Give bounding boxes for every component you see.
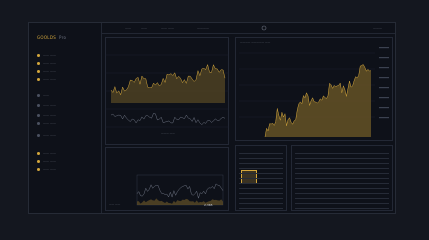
- sidebar-item-label: —— ——: [43, 151, 56, 155]
- sidebar-item-1[interactable]: —— ——: [37, 53, 56, 57]
- table-row[interactable]: [239, 203, 283, 204]
- sidebar-item-label: —— ——: [43, 159, 56, 163]
- table-row[interactable]: [295, 203, 389, 204]
- table-row[interactable]: [239, 163, 283, 164]
- sidebar-item-2[interactable]: —— ——: [37, 61, 56, 65]
- brand-tag: Pro: [59, 35, 67, 40]
- sidebar-item-8[interactable]: —— ——: [37, 121, 56, 125]
- top-toolbar: —— —— —— —— ———— ———: [101, 23, 395, 34]
- table-row[interactable]: [295, 198, 389, 199]
- sidebar-item-6[interactable]: —— ——: [37, 103, 56, 107]
- table-row[interactable]: [239, 183, 283, 184]
- table-row[interactable]: [239, 168, 283, 169]
- area-series-fill: [111, 64, 225, 103]
- table-row[interactable]: [295, 168, 389, 169]
- sidebar-item-label: —— ——: [43, 69, 56, 73]
- small-chart: [136, 174, 224, 206]
- table-row[interactable]: [239, 153, 283, 154]
- table-row[interactable]: [295, 188, 389, 189]
- table-row[interactable]: [239, 158, 283, 159]
- side-scale-tick: [379, 107, 389, 109]
- table-row[interactable]: [295, 163, 389, 164]
- sidebar-item-4[interactable]: —— ——: [37, 77, 56, 81]
- sidebar-item-label: —— ——: [43, 133, 56, 137]
- grey-dot-icon: [37, 103, 40, 107]
- side-scale-tick: [379, 77, 389, 79]
- table-row[interactable]: [295, 178, 389, 179]
- grey-dot-icon: [37, 133, 40, 137]
- sidebar-item-label: —— ——: [43, 61, 56, 65]
- sidebar-item-7[interactable]: —— ——: [37, 113, 56, 117]
- table-row[interactable]: [295, 208, 389, 209]
- footer-value: 2,365: [204, 203, 213, 207]
- table-row[interactable]: [239, 193, 283, 194]
- small-series-line: [136, 183, 224, 200]
- grey-dot-icon: [37, 113, 40, 117]
- sidebar-item-label: —— ——: [43, 167, 56, 171]
- gold-dot-icon: [37, 167, 40, 171]
- table-row[interactable]: [295, 183, 389, 184]
- toolbar-item-4[interactable]: ————: [197, 26, 209, 30]
- side-scale-tick: [379, 57, 389, 59]
- right-chart: [239, 47, 389, 138]
- sidebar-item-12[interactable]: —— ——: [37, 167, 56, 171]
- brand-name: GOOLDS: [37, 35, 57, 40]
- toolbar-item-3[interactable]: —— ——: [161, 26, 174, 30]
- table-row[interactable]: [239, 173, 283, 174]
- sidebar-item-label: —— ——: [43, 77, 56, 81]
- toolbar-item-2[interactable]: ——: [141, 26, 147, 30]
- sidebar-item-label: —— ——: [43, 121, 56, 125]
- table-row[interactable]: [239, 208, 283, 209]
- table-row[interactable]: [295, 153, 389, 154]
- table-row[interactable]: [239, 188, 283, 189]
- grey-dot-icon: [37, 93, 40, 97]
- side-scale-tick: [379, 47, 389, 49]
- dashboard-window: GOOLDS Pro —— —— —— —— —— —— —— —— —— —— —— —— …: [28, 22, 396, 214]
- sidebar-item-label: ——: [43, 93, 49, 97]
- table-row[interactable]: [295, 193, 389, 194]
- sidebar-item-3[interactable]: —— ——: [37, 69, 56, 73]
- side-scale-tick: [379, 87, 389, 89]
- sidebar-item-11[interactable]: —— ——: [37, 159, 56, 163]
- table-row[interactable]: [239, 178, 283, 179]
- sidebar-item-5[interactable]: ——: [37, 93, 49, 97]
- gold-dot-icon: [37, 77, 40, 81]
- settings-icon[interactable]: [261, 25, 267, 31]
- grey-dot-icon: [37, 121, 40, 125]
- main-chart: [105, 54, 229, 128]
- sidebar-item-9[interactable]: —— ——: [37, 133, 56, 137]
- right-area-fill: [265, 64, 371, 137]
- sidebar-item-10[interactable]: —— ——: [37, 151, 56, 155]
- sidebar-item-label: —— ——: [43, 113, 56, 117]
- small-chart-caption: —— ——: [109, 203, 121, 206]
- sidebar: GOOLDS Pro —— —— —— —— —— —— —— —— —— —— —— —— …: [29, 23, 102, 213]
- gold-dot-icon: [37, 159, 40, 163]
- sidebar-item-label: —— ——: [43, 103, 56, 107]
- sidebar-item-label: —— ——: [43, 53, 56, 57]
- table-row[interactable]: [295, 158, 389, 159]
- brand-logo[interactable]: GOOLDS Pro: [37, 35, 66, 40]
- toolbar-item-1[interactable]: ——: [125, 26, 131, 30]
- toolbar-item-5[interactable]: ———: [373, 26, 382, 30]
- side-scale-tick: [379, 97, 389, 99]
- gold-dot-icon: [37, 69, 40, 73]
- gold-dot-icon: [37, 53, 40, 57]
- table-row[interactable]: [295, 173, 389, 174]
- side-scale-tick: [379, 117, 389, 119]
- secondary-series-line: [110, 112, 226, 126]
- gold-dot-icon: [37, 61, 40, 65]
- side-scale-tick: [379, 67, 389, 69]
- table-row[interactable]: [239, 198, 283, 199]
- gold-dot-icon: [37, 151, 40, 155]
